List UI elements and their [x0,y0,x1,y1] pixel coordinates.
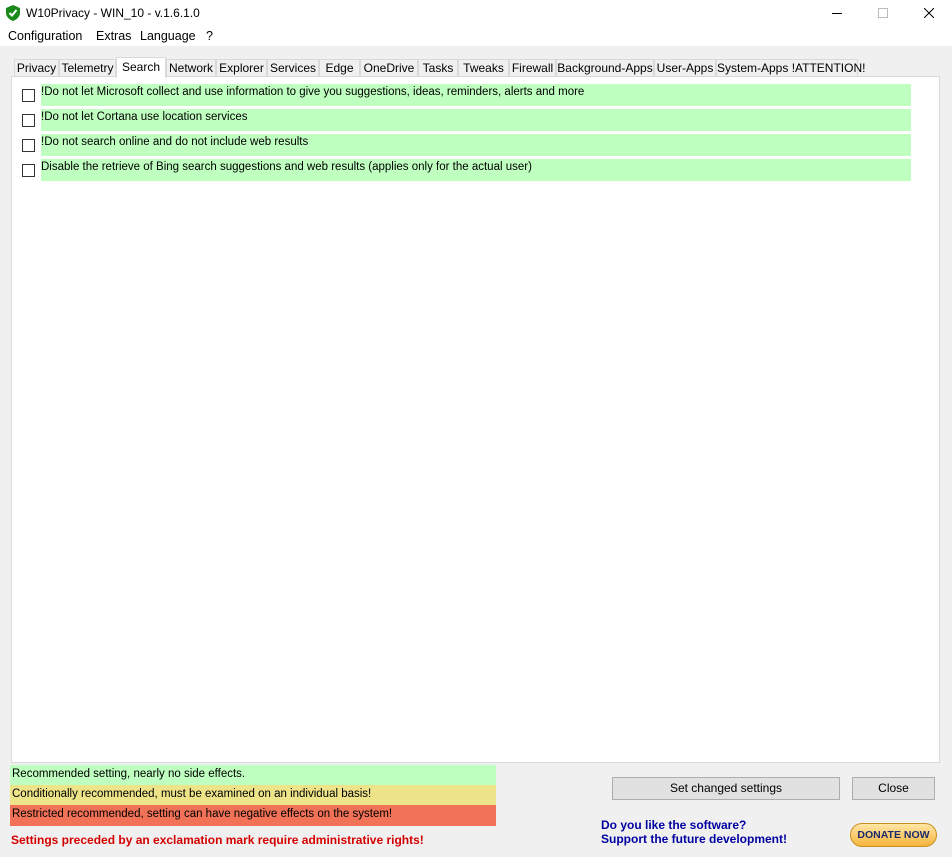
minimize-icon [832,13,842,14]
donate-line-2: Support the future development! [601,832,787,846]
legend-recommended: Recommended setting, nearly no side effe… [10,765,496,785]
minimize-button[interactable] [814,0,860,26]
legend-conditional: Conditionally recommended, must be exami… [10,785,496,805]
legend-restricted: Restricted recommended, setting can have… [10,805,496,826]
menu-extras[interactable]: Extras [96,29,131,43]
menu-bar: Configuration Extras Language ? [0,26,952,46]
setting-checkbox[interactable] [22,114,35,127]
window-title: W10Privacy - WIN_10 - v.1.6.1.0 [26,6,200,20]
tab-edge[interactable]: Edge [319,59,360,77]
tab-privacy[interactable]: Privacy [14,59,59,77]
shield-check-icon [6,5,20,21]
tab-network[interactable]: Network [166,59,216,77]
donate-message: Do you like the software? Support the fu… [601,818,787,846]
tab-firewall[interactable]: Firewall [509,59,556,77]
maximize-icon [878,8,888,18]
setting-label[interactable]: !Do not search online and do not include… [41,134,911,156]
tab-explorer[interactable]: Explorer [216,59,267,77]
title-bar: W10Privacy - WIN_10 - v.1.6.1.0 [0,0,952,26]
close-window-button[interactable] [906,0,952,26]
close-icon [924,8,934,18]
tab-user-apps[interactable]: User-Apps [654,59,716,77]
setting-checkbox[interactable] [22,139,35,152]
donate-button[interactable]: DONATE NOW [850,823,937,847]
tab-background-apps[interactable]: Background-Apps [556,59,654,77]
tab-services[interactable]: Services [267,59,319,77]
tab-system-apps[interactable]: System-Apps !ATTENTION! [716,59,865,77]
menu-configuration[interactable]: Configuration [8,29,82,43]
donate-line-1: Do you like the software? [601,818,747,832]
menu-language[interactable]: Language [140,29,196,43]
setting-label[interactable]: !Do not let Microsoft collect and use in… [41,84,911,106]
tab-onedrive[interactable]: OneDrive [360,59,418,77]
tab-search[interactable]: Search [116,57,166,78]
setting-checkbox[interactable] [22,89,35,102]
setting-label[interactable]: !Do not let Cortana use location service… [41,109,911,131]
set-changed-settings-button[interactable]: Set changed settings [612,777,840,800]
menu-help[interactable]: ? [206,29,213,43]
search-settings-panel: !Do not let Microsoft collect and use in… [11,76,940,763]
maximize-button[interactable] [860,0,906,26]
setting-label[interactable]: Disable the retrieve of Bing search sugg… [41,159,911,181]
tab-telemetry[interactable]: Telemetry [59,59,116,77]
admin-rights-note: Settings preceded by an exclamation mark… [11,833,424,847]
close-button[interactable]: Close [852,777,935,800]
setting-checkbox[interactable] [22,164,35,177]
tab-tweaks[interactable]: Tweaks [458,59,509,77]
tab-tasks[interactable]: Tasks [418,59,458,77]
